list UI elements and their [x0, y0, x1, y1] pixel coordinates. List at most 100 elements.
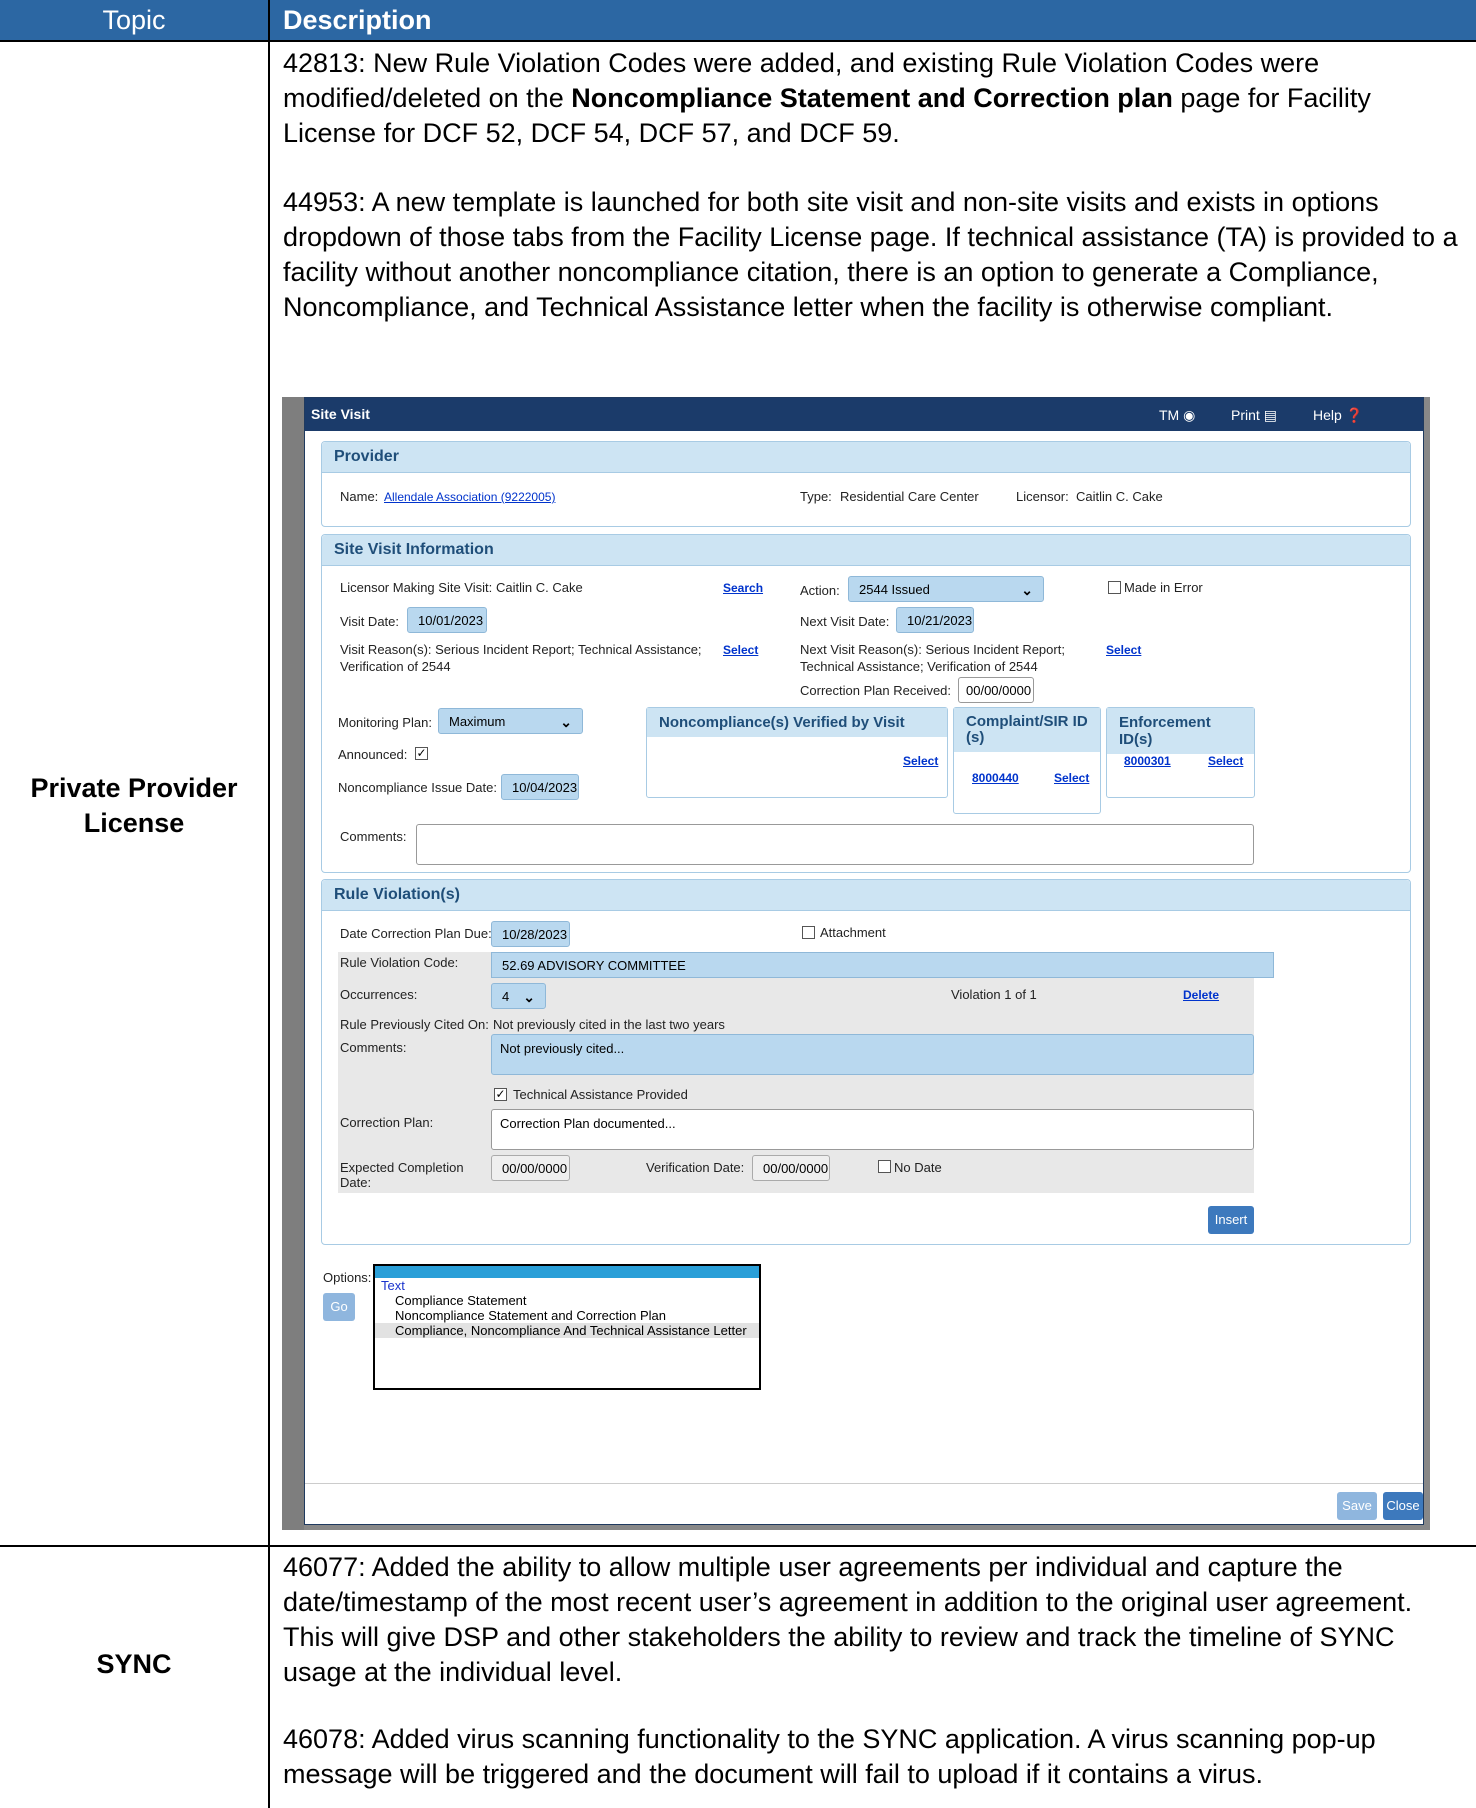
- next-visit-date-label: Next Visit Date:: [800, 614, 890, 629]
- licensor-making-visit-label: Licensor Making Site Visit:: [340, 580, 493, 595]
- announced-checkbox[interactable]: ✓: [415, 747, 428, 760]
- row2-paragraph-1: 46077: Added the ability to allow multip…: [283, 1552, 1413, 1687]
- no-date-label: No Date: [894, 1160, 942, 1175]
- nc-issue-date-input[interactable]: 10/04/2023: [501, 774, 579, 800]
- row1-paragraph-2: 44953: A new template is launched for bo…: [283, 187, 1458, 322]
- header-topic: Topic: [0, 0, 268, 40]
- print-button[interactable]: Print ▤: [1231, 407, 1277, 424]
- monitoring-plan-select[interactable]: Maximum ⌄: [438, 708, 583, 734]
- row-topic-sync: SYNC: [96, 1649, 172, 1679]
- correction-due-label: Date Correction Plan Due:: [340, 926, 492, 941]
- made-in-error-label: Made in Error: [1124, 580, 1203, 595]
- enforcement-panel: Enforcement ID(s) 8000301 Select: [1106, 707, 1255, 798]
- prev-cited-label: Rule Previously Cited On:: [340, 1017, 489, 1032]
- expected-completion-label: Expected Completion Date:: [340, 1160, 464, 1190]
- chevron-down-icon: ⌄: [523, 989, 535, 1005]
- occurrences-label: Occurrences:: [340, 987, 418, 1002]
- verification-date-input[interactable]: 00/00/0000: [752, 1155, 830, 1181]
- next-reasons-value: Technical Assistance; Verification of 25…: [800, 659, 1038, 674]
- enforcement-header: Enforcement ID(s): [1107, 708, 1254, 754]
- row-divider: [0, 40, 1476, 42]
- delete-violation-link[interactable]: Delete: [1183, 988, 1219, 1002]
- visit-comments-textarea[interactable]: [416, 824, 1254, 865]
- visit-date-input[interactable]: 10/01/2023: [407, 607, 487, 633]
- provider-type-value: Residential Care Center: [840, 489, 979, 504]
- correction-due-input[interactable]: 10/28/2023: [491, 921, 570, 947]
- visit-comments-label: Comments:: [340, 829, 407, 844]
- complaint-select-link[interactable]: Select: [1054, 771, 1089, 785]
- correction-received-input[interactable]: 00/00/0000: [958, 677, 1034, 703]
- visit-date-label: Visit Date:: [340, 614, 400, 629]
- provider-name-link[interactable]: Allendale Association (9222005): [384, 490, 555, 504]
- options-dropdown[interactable]: Text Compliance Statement Noncompliance …: [373, 1264, 761, 1390]
- column-divider: [268, 0, 270, 1808]
- complaint-sir-header: Complaint/SIR ID (s): [954, 708, 1100, 752]
- options-label: Options:: [323, 1270, 372, 1285]
- provider-name-label: Name:: [340, 489, 379, 504]
- enforcement-select-link[interactable]: Select: [1208, 754, 1243, 768]
- rule-code-select[interactable]: 52.69 ADVISORY COMMITTEE: [491, 952, 1274, 978]
- violation-comments-textarea[interactable]: Not previously cited...: [491, 1034, 1254, 1075]
- site-visit-info-panel: Site Visit Information Licensor Making S…: [321, 534, 1411, 873]
- save-button[interactable]: Save: [1337, 1492, 1377, 1520]
- rule-violation-panel: Rule Violation(s) Date Correction Plan D…: [321, 879, 1411, 1245]
- prev-cited-value: Not previously cited in the last two yea…: [493, 1017, 725, 1032]
- monitoring-plan-label: Monitoring Plan:: [338, 715, 432, 730]
- row1-paragraph-1: 42813: New Rule Violation Codes were add…: [283, 48, 1371, 148]
- action-select[interactable]: 2544 Issued ⌄: [848, 576, 1044, 602]
- help-icon: ❓: [1345, 407, 1364, 423]
- provider-licensor-value: Caitlin C. Cake: [1076, 489, 1163, 504]
- dropdown-selected-blank[interactable]: [375, 1266, 759, 1278]
- rule-violation-header: Rule Violation(s): [322, 880, 1410, 911]
- visit-reasons-value: Verification of 2544: [340, 659, 451, 674]
- provider-header: Provider: [322, 442, 1410, 473]
- announced-label: Announced:: [338, 747, 408, 762]
- row-topic-private-provider: Private Provider License: [30, 773, 238, 838]
- made-in-error-checkbox[interactable]: [1108, 581, 1121, 594]
- violation-count: Violation 1 of 1: [951, 987, 1037, 1002]
- rule-code-label: Rule Violation Code:: [340, 955, 459, 970]
- dialog-title: Site Visit: [311, 406, 370, 422]
- nc-issue-date-label: Noncompliance Issue Date:: [338, 780, 497, 795]
- go-button[interactable]: Go: [323, 1293, 355, 1321]
- site-visit-screenshot: Site Visit TM ◉ Print ▤ Help ❓ Provider …: [282, 397, 1430, 1530]
- chevron-down-icon: ⌄: [1021, 582, 1033, 598]
- nc-verified-select-link[interactable]: Select: [903, 754, 938, 768]
- correction-received-label: Correction Plan Received:: [800, 683, 952, 698]
- next-reasons-select-link[interactable]: Select: [1106, 643, 1141, 657]
- option-noncompliance-statement[interactable]: Noncompliance Statement and Correction P…: [375, 1308, 759, 1323]
- violation-comments-label: Comments:: [340, 1040, 407, 1055]
- complaint-sir-panel: Complaint/SIR ID (s) 8000440 Select: [953, 707, 1101, 814]
- dialog-titlebar: Site Visit TM ◉ Print ▤ Help ❓: [305, 398, 1423, 431]
- search-link[interactable]: Search: [723, 581, 763, 595]
- visit-reasons-label: Visit Reason(s): Serious Incident Report…: [340, 642, 702, 657]
- next-visit-date-input[interactable]: 10/21/2023: [896, 607, 974, 633]
- site-visit-info-header: Site Visit Information: [322, 535, 1410, 566]
- option-ta-letter[interactable]: Compliance, Noncompliance And Technical …: [375, 1323, 759, 1338]
- option-compliance-statement[interactable]: Compliance Statement: [375, 1293, 759, 1308]
- insert-button[interactable]: Insert: [1208, 1206, 1254, 1234]
- tm-button[interactable]: TM ◉: [1159, 407, 1195, 424]
- attachment-checkbox[interactable]: [802, 926, 815, 939]
- provider-type-label: Type:: [800, 489, 832, 504]
- row2-paragraph-2: 46078: Added virus scanning functionalit…: [283, 1724, 1376, 1789]
- chevron-down-icon: ⌄: [560, 714, 572, 730]
- correction-plan-textarea[interactable]: Correction Plan documented...: [491, 1109, 1254, 1150]
- no-date-checkbox[interactable]: [878, 1160, 891, 1173]
- row-divider: [0, 1545, 1476, 1547]
- occurrences-select[interactable]: 4 ⌄: [491, 983, 546, 1009]
- printer-icon: ▤: [1263, 407, 1277, 423]
- ta-provided-checkbox[interactable]: ✓: [494, 1088, 507, 1101]
- help-button[interactable]: Help ❓: [1313, 407, 1363, 424]
- site-visit-dialog: Site Visit TM ◉ Print ▤ Help ❓ Provider …: [304, 397, 1424, 1525]
- visit-reasons-select-link[interactable]: Select: [723, 643, 758, 657]
- attachment-label: Attachment: [820, 925, 886, 940]
- verification-date-label: Verification Date:: [646, 1160, 745, 1175]
- expected-completion-input[interactable]: 00/00/0000: [491, 1155, 570, 1181]
- header-description: Description: [270, 0, 1476, 40]
- enforcement-id-link[interactable]: 8000301: [1124, 754, 1171, 768]
- close-button[interactable]: Close: [1383, 1492, 1423, 1520]
- correction-plan-label: Correction Plan:: [340, 1115, 434, 1130]
- complaint-id-link[interactable]: 8000440: [972, 771, 1019, 785]
- next-reasons-label: Next Visit Reason(s): Serious Incident R…: [800, 642, 1065, 657]
